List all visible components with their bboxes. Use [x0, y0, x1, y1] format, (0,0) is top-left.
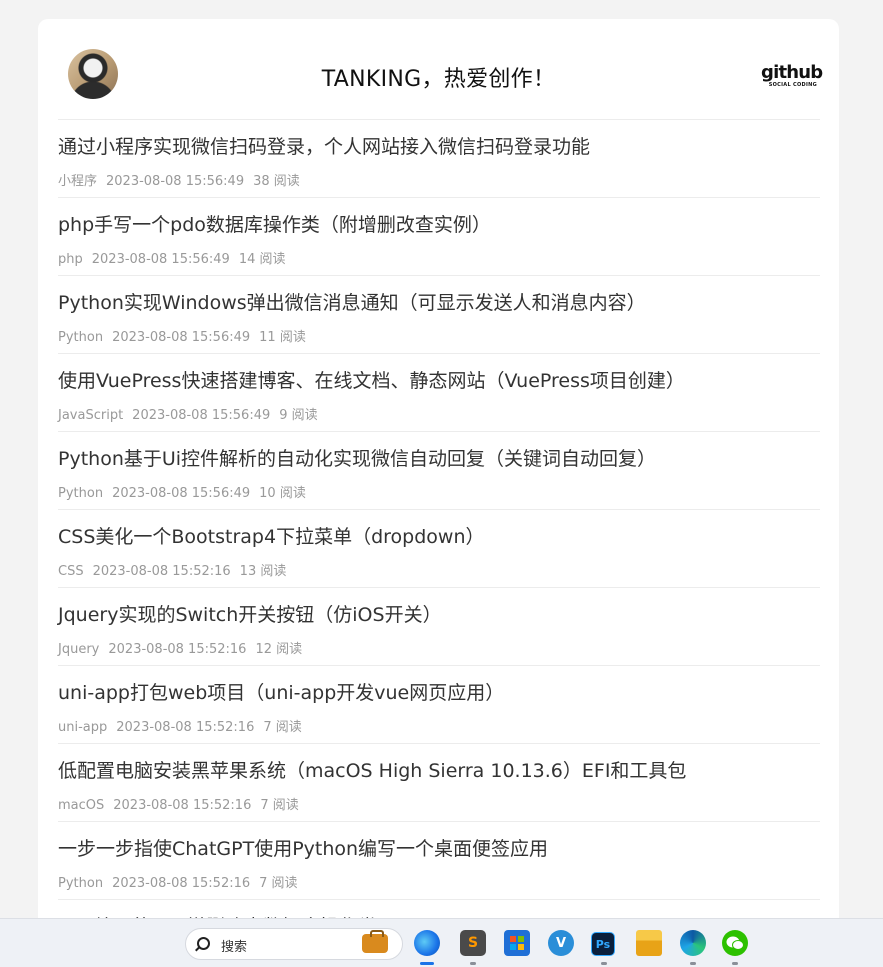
- article-title[interactable]: 低配置电脑安装黑苹果系统（macOS High Sierra 10.13.6）E…: [58, 756, 686, 783]
- article-category[interactable]: Python: [58, 876, 103, 891]
- article-date: 2023-08-08 15:52:16: [112, 876, 251, 891]
- article-meta: Python 2023-08-08 15:52:16 7 阅读: [58, 872, 307, 891]
- search-icon: [197, 937, 210, 950]
- article-title[interactable]: 使用VuePress快速搭建博客、在线文档、静态网站（VuePress项目创建）: [58, 366, 685, 393]
- article-title[interactable]: 通过小程序实现微信扫码登录，个人网站接入微信扫码登录功能: [58, 132, 590, 159]
- running-indicator: [470, 962, 476, 965]
- article-category[interactable]: CSS: [58, 564, 84, 579]
- article-date: 2023-08-08 15:56:49: [132, 408, 271, 423]
- article-views: 14 阅读: [238, 252, 286, 267]
- github-logo-text: github: [761, 62, 823, 83]
- article-meta: macOS 2023-08-08 15:52:16 7 阅读: [58, 794, 308, 813]
- article-item[interactable]: 一步一步指使ChatGPT使用Python编写一个桌面便签应用 Python 20…: [58, 821, 820, 899]
- ps-label: Ps: [595, 937, 611, 951]
- article-category[interactable]: Python: [58, 486, 103, 501]
- article-item[interactable]: 低配置电脑安装黑苹果系统（macOS High Sierra 10.13.6）E…: [58, 743, 820, 821]
- running-indicator: [690, 962, 696, 965]
- article-date: 2023-08-08 15:52:16: [113, 798, 252, 813]
- article-list: 通过小程序实现微信扫码登录，个人网站接入微信扫码登录功能 小程序 2023-08-…: [58, 119, 820, 959]
- article-date: 2023-08-08 15:56:49: [112, 330, 251, 345]
- article-meta: Jquery 2023-08-08 15:52:16 12 阅读: [58, 638, 311, 657]
- site-title: TANKING，热爱创作！: [321, 67, 556, 92]
- microsoft-store-icon[interactable]: [504, 930, 530, 956]
- github-logo[interactable]: github SOCIAL CODING: [761, 62, 823, 89]
- article-category[interactable]: php: [58, 252, 83, 267]
- briefcase-icon[interactable]: [362, 930, 388, 953]
- wechat-icon[interactable]: [722, 930, 748, 956]
- article-item[interactable]: 使用VuePress快速搭建博客、在线文档、静态网站（VuePress项目创建）…: [58, 353, 820, 431]
- vs-label: V: [555, 935, 567, 951]
- article-category[interactable]: JavaScript: [58, 408, 123, 423]
- article-views: 13 阅读: [239, 564, 287, 579]
- article-date: 2023-08-08 15:52:16: [108, 642, 247, 657]
- article-views: 12 阅读: [255, 642, 303, 657]
- article-title[interactable]: php手写一个pdo数据库操作类（附增删改查实例）: [58, 210, 491, 237]
- main-card: TANKING，热爱创作！ github SOCIAL CODING 通过小程序…: [38, 19, 839, 959]
- article-item[interactable]: Jquery实现的Switch开关按钮（仿iOS开关） Jquery 2023-0…: [58, 587, 820, 665]
- article-item[interactable]: Python实现Windows弹出微信消息通知（可显示发送人和消息内容） Pyt…: [58, 275, 820, 353]
- article-views: 10 阅读: [259, 486, 306, 501]
- edge-dev-icon[interactable]: [680, 930, 706, 956]
- article-title[interactable]: Jquery实现的Switch开关按钮（仿iOS开关）: [58, 600, 442, 627]
- article-views: 7 阅读: [260, 798, 299, 813]
- article-meta: php 2023-08-08 15:56:49 14 阅读: [58, 248, 295, 267]
- article-item[interactable]: uni-app打包web项目（uni-app开发vue网页应用） uni-app…: [58, 665, 820, 743]
- article-title[interactable]: Python基于Ui控件解析的自动化实现微信自动回复（关键词自动回复）: [58, 444, 656, 471]
- running-indicator: [601, 962, 607, 965]
- article-category[interactable]: 小程序: [58, 174, 97, 189]
- article-meta: JavaScript 2023-08-08 15:56:49 9 阅读: [58, 404, 327, 423]
- active-indicator: [420, 962, 434, 965]
- article-meta: 小程序 2023-08-08 15:56:49 38 阅读: [58, 170, 309, 189]
- windows-start-icon[interactable]: [147, 931, 171, 955]
- article-category[interactable]: Jquery: [58, 642, 99, 657]
- search-placeholder: 搜索: [221, 940, 248, 955]
- article-category[interactable]: uni-app: [58, 720, 107, 735]
- vs-icon[interactable]: V: [548, 930, 574, 956]
- article-views: 7 阅读: [263, 720, 302, 735]
- taskbar-search[interactable]: 搜索: [185, 928, 403, 960]
- sublime-text-icon[interactable]: [460, 930, 486, 956]
- article-category[interactable]: Python: [58, 330, 103, 345]
- site-header: TANKING，热爱创作！ github SOCIAL CODING: [38, 19, 839, 119]
- article-meta: Python 2023-08-08 15:56:49 11 阅读: [58, 326, 315, 345]
- article-views: 9 阅读: [279, 408, 318, 423]
- article-title[interactable]: Python实现Windows弹出微信消息通知（可显示发送人和消息内容）: [58, 288, 646, 315]
- article-meta: CSS 2023-08-08 15:52:16 13 阅读: [58, 560, 295, 579]
- article-item[interactable]: Python基于Ui控件解析的自动化实现微信自动回复（关键词自动回复） Pyth…: [58, 431, 820, 509]
- article-meta: uni-app 2023-08-08 15:52:16 7 阅读: [58, 716, 311, 735]
- file-explorer-icon[interactable]: [636, 930, 662, 956]
- article-views: 7 阅读: [259, 876, 298, 891]
- article-date: 2023-08-08 15:56:49: [91, 252, 230, 267]
- article-title[interactable]: CSS美化一个Bootstrap4下拉菜单（dropdown）: [58, 522, 484, 549]
- edge-icon[interactable]: [414, 930, 440, 956]
- article-item[interactable]: php手写一个pdo数据库操作类（附增删改查实例） php 2023-08-08 …: [58, 197, 820, 275]
- article-date: 2023-08-08 15:52:16: [116, 720, 255, 735]
- running-indicator: [732, 962, 738, 965]
- taskbar: 搜索 V Ps: [0, 918, 883, 967]
- article-date: 2023-08-08 15:52:16: [92, 564, 231, 579]
- photoshop-icon[interactable]: Ps: [591, 932, 615, 956]
- article-item[interactable]: 通过小程序实现微信扫码登录，个人网站接入微信扫码登录功能 小程序 2023-08-…: [58, 119, 820, 197]
- article-item[interactable]: CSS美化一个Bootstrap4下拉菜单（dropdown） CSS 2023-…: [58, 509, 820, 587]
- article-meta: Python 2023-08-08 15:56:49 10 阅读: [58, 482, 315, 501]
- article-views: 11 阅读: [259, 330, 306, 345]
- article-title[interactable]: 一步一步指使ChatGPT使用Python编写一个桌面便签应用: [58, 834, 548, 861]
- article-views: 38 阅读: [253, 174, 300, 189]
- article-title[interactable]: uni-app打包web项目（uni-app开发vue网页应用）: [58, 678, 504, 705]
- article-category[interactable]: macOS: [58, 798, 104, 813]
- article-date: 2023-08-08 15:56:49: [112, 486, 251, 501]
- github-logo-subtext: SOCIAL CODING: [768, 82, 817, 88]
- article-date: 2023-08-08 15:56:49: [106, 174, 245, 189]
